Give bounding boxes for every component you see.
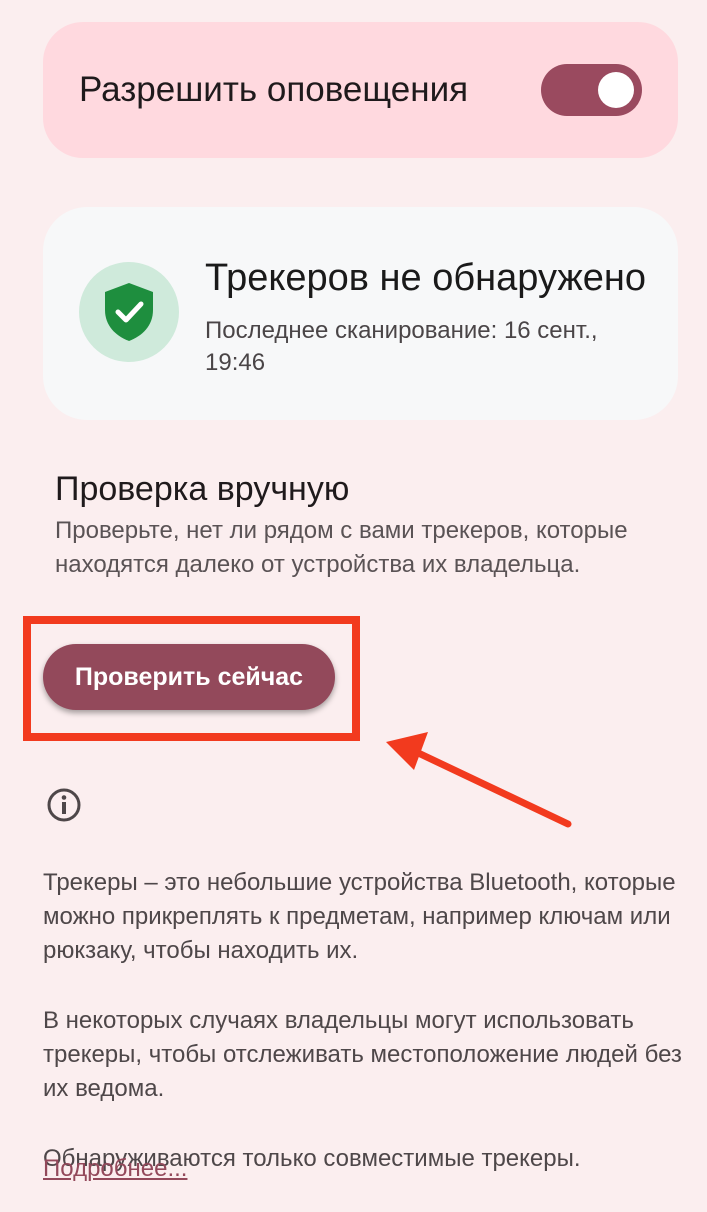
switch-thumb	[598, 72, 634, 108]
annotation-arrow-icon	[386, 732, 572, 828]
allow-notifications-card[interactable]: Разрешить оповещения	[43, 22, 678, 158]
shield-check-icon	[79, 262, 179, 362]
info-paragraph: В некоторых случаях владельцы могут испо…	[43, 1007, 682, 1102]
info-icon	[47, 788, 81, 822]
allow-notifications-label: Разрешить оповещения	[79, 70, 469, 109]
manual-check-heading: Проверка вручную	[55, 470, 350, 508]
status-title: Трекеров не обнаружено	[205, 257, 647, 299]
last-scan-text: Последнее сканирование: 16 сент., 19:46	[205, 317, 598, 376]
learn-more-link[interactable]: Подробнее...	[43, 1155, 187, 1183]
allow-notifications-switch[interactable]	[541, 64, 642, 116]
check-now-button[interactable]: Проверить сейчас	[43, 644, 335, 710]
info-paragraph: Трекеры – это небольшие устройства Bluet…	[43, 869, 676, 964]
manual-check-description: Проверьте, нет ли рядом с вами трекеров,…	[55, 517, 628, 578]
tracker-status-card: Трекеров не обнаружено Последнее сканиро…	[43, 207, 678, 420]
